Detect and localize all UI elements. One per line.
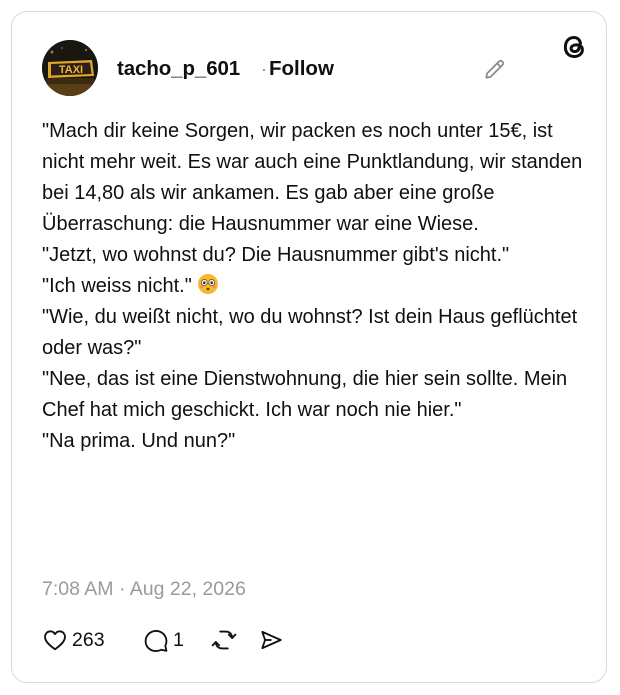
- reply-count: 1: [173, 629, 184, 651]
- post-paragraph-text: "Ich weiss nicht.": [42, 275, 192, 297]
- heart-icon: [44, 630, 66, 651]
- threads-logo-icon[interactable]: [559, 32, 589, 62]
- follow-button[interactable]: Follow: [269, 57, 334, 81]
- repost-icon: [211, 630, 237, 650]
- post-paragraph: "Na prima. Und nun?": [42, 430, 236, 452]
- flushed-face-emoji-icon: [197, 273, 219, 295]
- repost-button[interactable]: [211, 625, 237, 655]
- post-timestamp: 7:08 AM · Aug 22, 2026: [42, 578, 246, 600]
- post-body: "Mach dir keine Sorgen, wir packen es no…: [42, 116, 592, 457]
- reply-button[interactable]: 1: [143, 625, 184, 655]
- post-paragraph: "Mach dir keine Sorgen, wir packen es no…: [42, 120, 583, 235]
- avatar-taxi-sign-image: TAXI: [42, 40, 98, 96]
- post-paragraph: "Wie, du weißt nicht, wo du wohnst? Ist …: [42, 306, 578, 359]
- header-separator: ·: [261, 59, 267, 79]
- post-paragraph: "Nee, das ist eine Dienstwohnung, die hi…: [42, 368, 568, 421]
- pencil-icon[interactable]: [482, 56, 508, 82]
- author-username[interactable]: tacho_p_601: [117, 57, 240, 81]
- speech-bubble-icon: [144, 629, 168, 652]
- share-button[interactable]: [258, 625, 284, 655]
- like-button[interactable]: 263: [42, 625, 105, 655]
- post-paragraph: "Jetzt, wo wohnst du? Die Hausnummer gib…: [42, 244, 510, 266]
- send-icon: [261, 630, 282, 650]
- like-count: 263: [72, 629, 105, 651]
- avatar-sign-text: TAXI: [59, 64, 83, 76]
- avatar[interactable]: TAXI: [42, 40, 98, 96]
- post-card: TAXI tacho_p_601 · Follow "Mach dir kein…: [11, 11, 607, 683]
- post-paragraph-with-emoji: "Ich weiss nicht.": [42, 271, 592, 302]
